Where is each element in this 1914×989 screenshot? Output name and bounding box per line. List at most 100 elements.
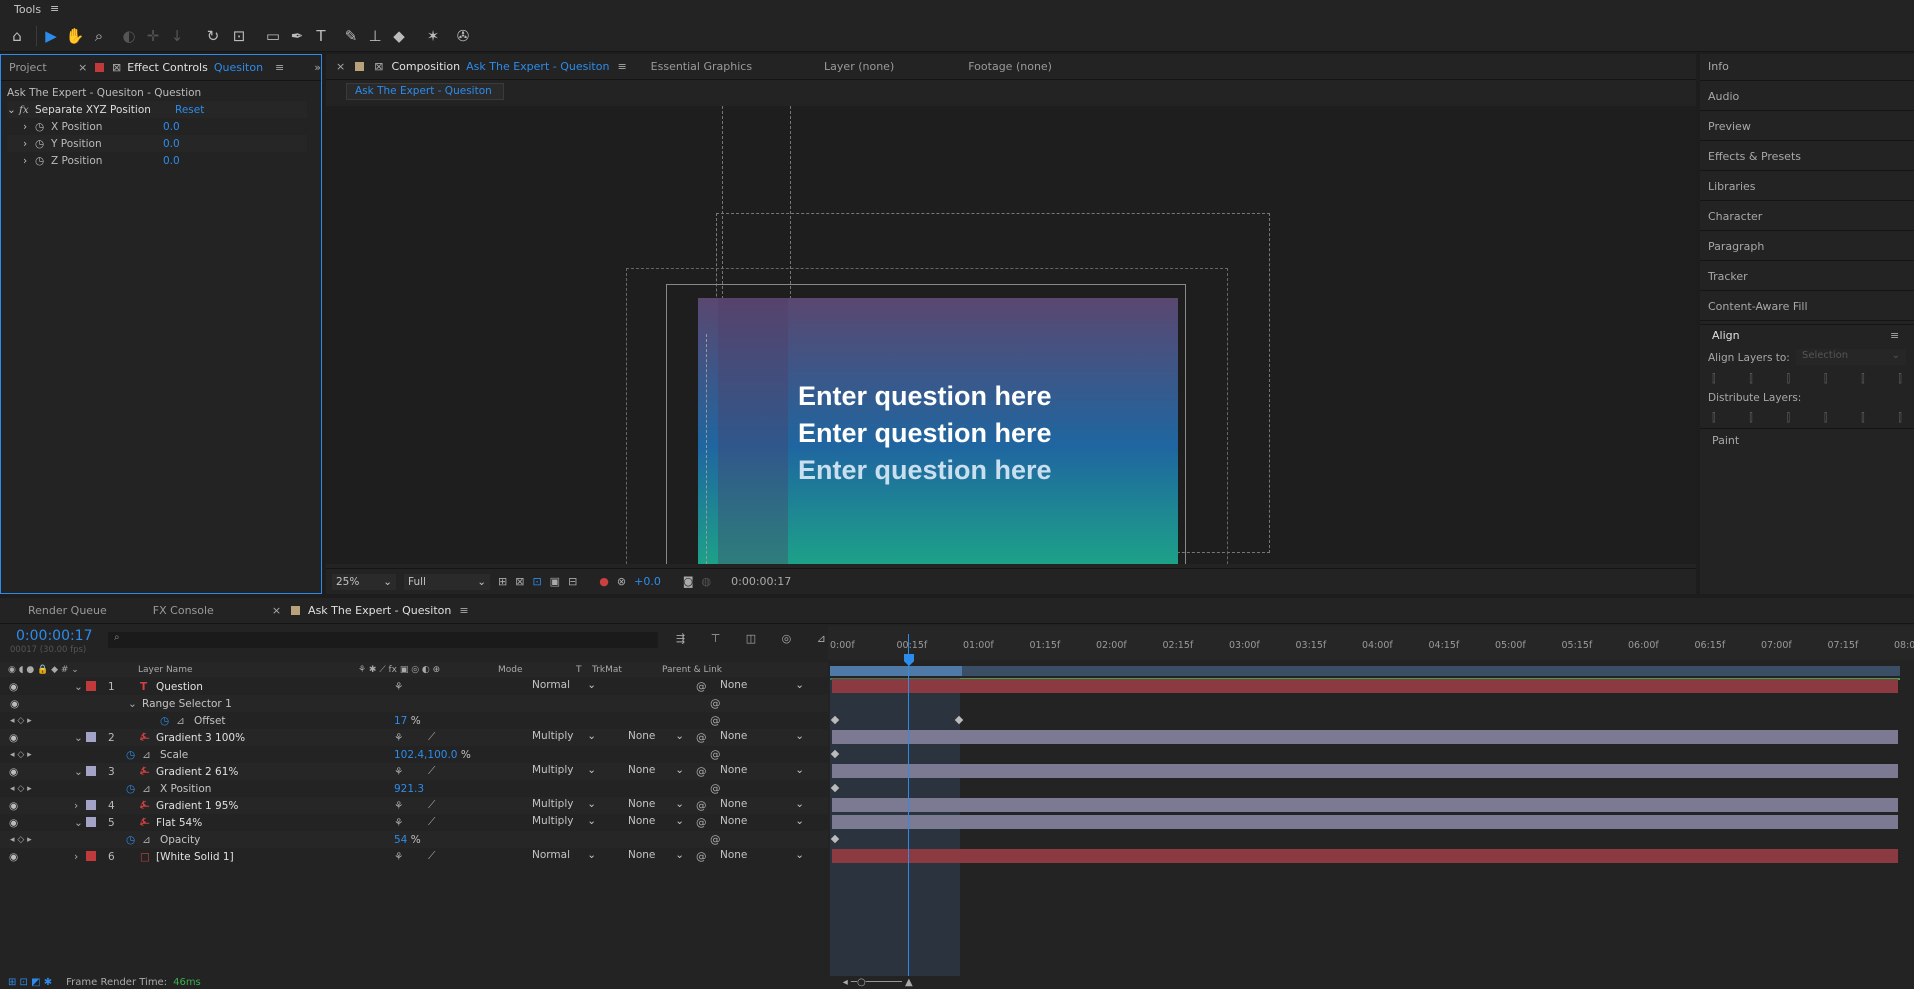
stopwatch-icon[interactable]: ◷ [27,155,44,167]
layer-label-color[interactable] [86,766,96,776]
comp-mini-flowchart-icon[interactable]: ⇶ [676,632,685,645]
shy-layers-icon[interactable]: ◫ [746,632,756,645]
layer-row[interactable]: ◉ › 4 ⍼ Gradient 1 95% ⚘ ⟋ Multiply ⌄ None ⌄ @ None ⌄ [0,797,828,814]
pickwhip-icon[interactable]: @ [696,800,707,812]
expression-pickwhip-icon[interactable]: @ [710,698,721,710]
tools-menu[interactable]: Tools [14,3,41,16]
color-channels-icon[interactable]: ● [599,575,609,588]
stopwatch-icon[interactable]: ◷ [126,749,135,761]
quality-switch-icon[interactable]: ⟋ [428,765,435,778]
zoom-dropdown[interactable]: 25% ⌄ [332,573,396,590]
layer-row[interactable]: ◉ › 6 □ [White Solid 1] ⚘ ⟋ Normal ⌄ None ⌄ @ None ⌄ [0,848,828,865]
property-value[interactable]: 921.3 [394,783,424,795]
property-row[interactable]: ◂ ◇ ▸ ◷ ⊿ Scale 102.4,100.0 % @ [0,746,828,763]
show-snapshot-icon[interactable]: ◍ [702,575,712,588]
rotate-tool-icon[interactable]: ↻ [202,25,224,47]
parent-dropdown[interactable]: None ⌄ [720,849,804,861]
mode-dropdown[interactable]: Multiply ⌄ [532,764,596,776]
viewer-timecode[interactable]: 0:00:00:17 [731,575,791,588]
pickwhip-icon[interactable]: @ [696,681,707,693]
layer-row[interactable]: ◉ ⌄ 2 ⍼ Gradient 3 100% ⚘ ⟋ Multiply ⌄ None ⌄ @ None… [0,729,828,746]
layer-name[interactable]: Gradient 1 95% [156,800,238,812]
playhead-handle[interactable] [904,654,914,666]
work-area-bar[interactable] [830,666,1900,676]
layer-search-input[interactable]: ⌕ [108,632,658,648]
fx-icon[interactable]: fx [19,104,35,116]
panel-menu-icon[interactable]: ≡ [459,604,468,617]
graph-icon[interactable]: ⊿ [142,783,151,795]
tab-composition[interactable]: Composition Ask The Expert - Quesiton [383,60,617,73]
clone-stamp-tool-icon[interactable]: ⊥ [364,25,386,47]
shy-switch-icon[interactable]: ⚘ [394,681,403,693]
trkmat-dropdown[interactable]: None ⌄ [628,815,684,827]
visibility-eye-icon[interactable]: ◉ [9,851,18,863]
right-panel-item[interactable]: Effects & Presets [1708,150,1801,163]
panel-menu-icon[interactable]: ≡ [275,61,284,74]
keyframe-navigator-icon[interactable]: ◂ ◇ ▸ [10,784,32,794]
exposure-value[interactable]: +0.0 [634,575,661,588]
layer-name[interactable]: [White Solid 1] [156,851,234,863]
layer-row[interactable]: ◉ ⌄ 5 ⍼ Flat 54% ⚘ ⟋ Multiply ⌄ None ⌄ @ None ⌄ [0,814,828,831]
menu-icon[interactable]: ≡ [50,2,59,15]
expression-pickwhip-icon[interactable]: @ [710,715,721,727]
layer-label-color[interactable] [86,732,96,742]
orbit-tool-icon[interactable]: ◐ [118,25,140,47]
layer-name[interactable]: Gradient 3 100% [156,732,245,744]
mode-dropdown[interactable]: Multiply ⌄ [532,798,596,810]
tab-essential-graphics[interactable]: Essential Graphics [643,60,760,73]
lock-icon[interactable]: ⊠ [112,61,121,74]
shy-switch-icon[interactable]: ⚘ [394,732,403,744]
right-panel-item[interactable]: Preview [1708,120,1751,133]
layer-duration-bar[interactable] [832,849,1898,863]
property-row[interactable]: ◂ ◇ ▸ ◷ ⊿ Opacity 54 % @ [0,831,828,848]
layer-duration-bar[interactable] [832,798,1898,812]
right-panel-item[interactable]: Content-Aware Fill [1708,300,1808,313]
right-panel-item[interactable]: Character [1708,210,1762,223]
graph-editor-icon[interactable]: ⊿ [817,632,826,645]
selection-tool-icon[interactable]: ▶ [40,25,62,47]
stopwatch-icon[interactable]: ◷ [126,834,135,846]
resolution-dropdown[interactable]: Full ⌄ [404,573,490,590]
panel-menu-icon[interactable]: ≡ [1890,329,1899,342]
col-trkmat[interactable]: TrkMat [592,665,662,675]
twirl-icon[interactable]: ⌄ [74,817,83,829]
layer-row[interactable]: ◉ ⌄ 1 T Question ⚘ Normal ⌄ @ None ⌄ [0,678,828,695]
twirl-icon[interactable]: › [74,851,78,863]
quality-switch-icon[interactable]: ⟋ [428,816,435,829]
expression-pickwhip-icon[interactable]: @ [710,834,721,846]
align-title[interactable]: Align [1712,329,1740,342]
exposure-reset-icon[interactable]: ⊗ [617,575,626,588]
close-icon[interactable]: × [272,604,281,617]
layer-duration-bar[interactable] [832,764,1898,778]
shy-switch-icon[interactable]: ⚘ [394,766,403,778]
right-panel-item[interactable]: Audio [1708,90,1739,103]
expand-panels-icon[interactable]: » [314,61,321,74]
tab-fx-console[interactable]: FX Console [145,604,222,617]
tab-layer[interactable]: Layer (none) [816,60,902,73]
zoom-slider[interactable]: ◂ ─○────── ▲ [843,977,913,988]
layer-name[interactable]: Gradient 2 61% [156,766,238,778]
timeline-tracks[interactable] [828,626,1914,976]
dolly-tool-icon[interactable]: ↓ [166,25,188,47]
transparency-grid-icon[interactable]: ⊠ [515,575,524,588]
tab-footage[interactable]: Footage (none) [960,60,1060,73]
col-parent[interactable]: Parent & Link [662,665,722,675]
visibility-eye-icon[interactable]: ◉ [9,681,18,693]
pickwhip-icon[interactable]: @ [696,851,707,863]
parent-dropdown[interactable]: None ⌄ [720,730,804,742]
parent-dropdown[interactable]: None ⌄ [720,679,804,691]
property-value[interactable]: 17 % [394,715,421,727]
draft-3d-icon[interactable]: ⊤ [711,632,721,645]
property-row[interactable]: ◉ ⌄ Range Selector 1 @ [0,695,828,712]
parent-dropdown[interactable]: None ⌄ [720,815,804,827]
tab-effect-controls[interactable]: Effect Controls Quesiton [121,61,271,74]
layer-row[interactable]: ◉ ⌄ 3 ⍼ Gradient 2 61% ⚘ ⟋ Multiply ⌄ None ⌄ @ None ⌄ [0,763,828,780]
stopwatch-icon[interactable]: ◷ [27,121,44,133]
comp-subtab[interactable]: Ask The Expert - Quesiton [346,83,504,100]
lock-icon[interactable]: ⊠ [374,60,383,73]
stopwatch-icon[interactable]: ◷ [160,715,169,727]
motion-blur-icon[interactable]: ◎ [782,632,792,645]
mask-visibility-icon[interactable]: ⊡ [532,575,541,588]
trkmat-dropdown[interactable]: None ⌄ [628,730,684,742]
right-panel-item[interactable]: Info [1708,60,1729,73]
